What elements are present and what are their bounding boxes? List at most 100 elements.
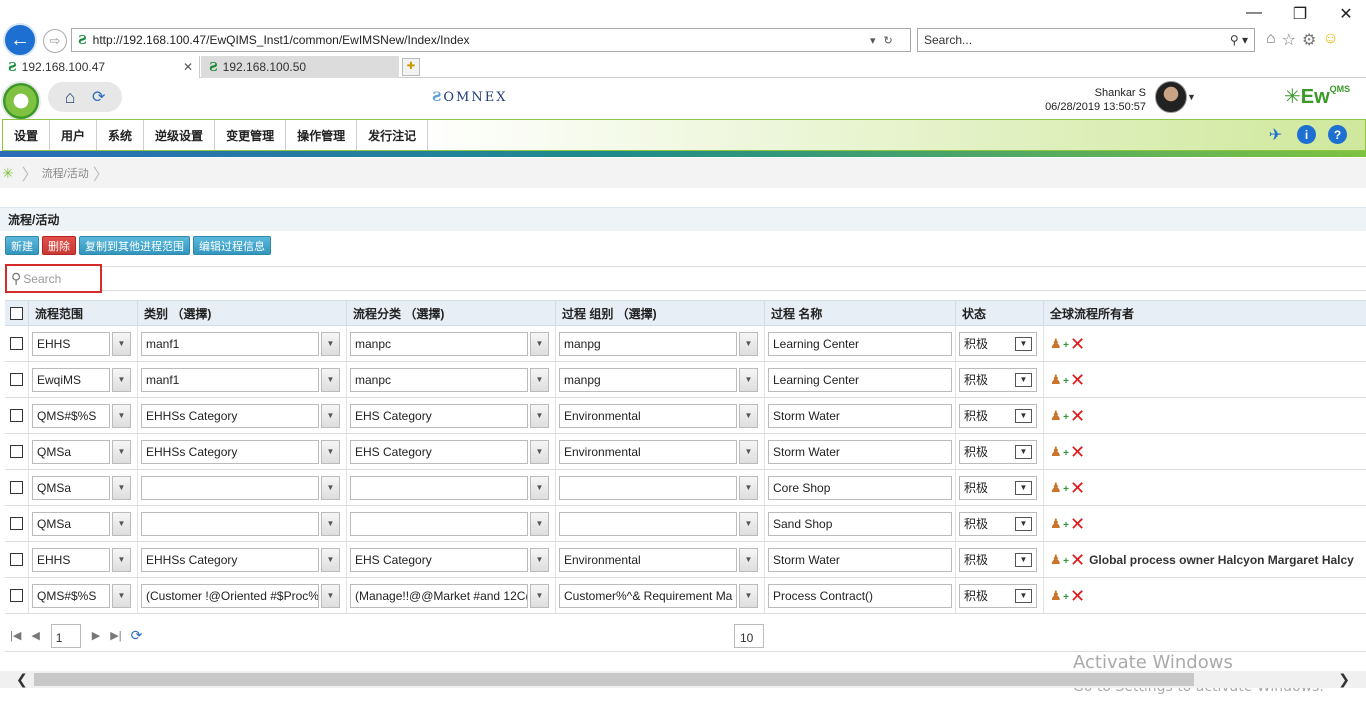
add-owner-icon[interactable]: ♟ <box>1050 588 1069 606</box>
process-name-input[interactable]: Core Shop <box>768 475 952 500</box>
forward-button[interactable]: ⇨ <box>43 29 67 53</box>
classification-combobox[interactable]: (Manage!!@@Market #and 12C(▼ <box>350 583 549 608</box>
tab-close-icon[interactable]: ✕ <box>183 60 193 74</box>
first-page-icon[interactable]: |◀ <box>10 629 21 642</box>
row-checkbox[interactable] <box>10 409 23 422</box>
chevron-down-icon[interactable]: ▼ <box>1015 408 1032 423</box>
chevron-down-icon[interactable]: ▼ <box>1015 516 1032 531</box>
add-owner-icon[interactable]: ♟ <box>1050 552 1069 570</box>
chevron-down-icon[interactable]: ▼ <box>112 547 131 572</box>
add-owner-icon[interactable]: ♟ <box>1050 444 1069 462</box>
chevron-down-icon[interactable]: ▼ <box>112 475 131 500</box>
menu-item-release-notes[interactable]: 发行注记 <box>357 120 429 150</box>
row-checkbox[interactable] <box>10 445 23 458</box>
column-header-group[interactable]: 过程 组别 （選擇) <box>556 301 765 325</box>
chevron-down-icon[interactable]: ▼ <box>1015 480 1032 495</box>
chevron-down-icon[interactable]: ▼ <box>321 367 340 392</box>
chevron-down-icon[interactable]: ▼ <box>321 583 340 608</box>
row-checkbox[interactable] <box>10 589 23 602</box>
category-combobox[interactable]: EHHSs Category ▼ <box>141 403 340 428</box>
chevron-down-icon[interactable]: ▼ <box>530 367 549 392</box>
category-combobox[interactable]: manf1 ▼ <box>141 367 340 392</box>
scope-combobox[interactable]: EwqiMS ▼ <box>32 367 131 392</box>
reload-icon[interactable]: ↻ <box>884 34 893 47</box>
chevron-down-icon[interactable]: ▼ <box>530 547 549 572</box>
add-owner-icon[interactable]: ♟ <box>1050 516 1069 534</box>
chevron-down-icon[interactable]: ▼ <box>1015 552 1032 567</box>
column-header-name[interactable]: 过程 名称 <box>765 301 956 325</box>
edit-process-info-button[interactable]: 编辑过程信息 <box>193 236 271 255</box>
chevron-down-icon[interactable]: ▼ <box>112 331 131 356</box>
chevron-down-icon[interactable]: ▼ <box>739 403 758 428</box>
avatar[interactable] <box>1155 81 1187 113</box>
chevron-down-icon[interactable]: ▼ <box>739 583 758 608</box>
group-combobox[interactable]: manpg ▼ <box>559 331 758 356</box>
process-name-input[interactable]: Sand Shop <box>768 511 952 536</box>
chevron-down-icon[interactable]: ▼ <box>321 331 340 356</box>
minimize-icon[interactable]: — <box>1244 4 1264 24</box>
copy-to-other-scope-button[interactable]: 复制到其他进程范围 <box>79 236 190 255</box>
chevron-down-icon[interactable]: ▼ <box>321 547 340 572</box>
scrollbar-thumb[interactable] <box>34 673 1194 686</box>
search-icon[interactable]: ⚲ ▾ <box>1230 33 1248 47</box>
help-icon[interactable]: ? <box>1328 125 1347 144</box>
scope-combobox[interactable]: QMSa ▼ <box>32 475 131 500</box>
menu-item-escalation[interactable]: 逆级设置 <box>144 120 216 150</box>
chevron-down-icon[interactable]: ▼ <box>112 511 131 536</box>
chevron-down-icon[interactable]: ▼ <box>112 367 131 392</box>
process-name-input[interactable]: Storm Water <box>768 439 952 464</box>
chevron-down-icon[interactable]: ▼ <box>530 403 549 428</box>
remove-owner-icon[interactable]: ✕ <box>1070 587 1085 605</box>
chevron-down-icon[interactable]: ▼ <box>321 403 340 428</box>
group-combobox[interactable]: Environmental ▼ <box>559 439 758 464</box>
grid-search-input[interactable]: ⚲ Search <box>5 264 102 293</box>
breadcrumb-home-icon[interactable]: ✳ <box>2 165 14 182</box>
group-combobox[interactable]: Customer%^& Requirement Ma ▼ <box>559 583 758 608</box>
info-icon[interactable]: i <box>1297 125 1316 144</box>
status-select[interactable]: 积极 ▼ <box>959 583 1037 608</box>
pager-refresh-icon[interactable]: ⟳ <box>131 627 143 644</box>
column-header-classification[interactable]: 流程分类 （選擇) <box>347 301 556 325</box>
horizontal-scrollbar[interactable]: ❮ ❯ <box>0 671 1366 688</box>
column-header-status[interactable]: 状态 <box>956 301 1044 325</box>
new-tab-icon[interactable]: ✚ <box>402 58 420 76</box>
group-combobox[interactable]: manpg ▼ <box>559 367 758 392</box>
row-checkbox[interactable] <box>10 373 23 386</box>
address-bar[interactable]: Ƨ http://192.168.100.47/EwQIMS_Inst1/com… <box>71 28 911 52</box>
chevron-down-icon[interactable]: ▼ <box>1015 444 1032 459</box>
category-combobox[interactable]: manf1 ▼ <box>141 331 340 356</box>
settings-gear-icon[interactable]: ⚙ <box>1302 30 1316 50</box>
page-number-input[interactable]: 1 <box>50 623 81 648</box>
chevron-down-icon[interactable]: ▼ <box>739 367 758 392</box>
chevron-down-icon[interactable]: ▼ <box>1015 588 1032 603</box>
scope-combobox[interactable]: QMS#$%S ▼ <box>32 583 131 608</box>
chevron-down-icon[interactable]: ▼ <box>321 511 340 536</box>
scope-combobox[interactable]: QMSa ▼ <box>32 439 131 464</box>
user-menu-caret-icon[interactable]: ▼ <box>1187 92 1196 102</box>
chevron-down-icon[interactable]: ▼ <box>739 547 758 572</box>
status-select[interactable]: 积极 ▼ <box>959 367 1037 392</box>
classification-combobox[interactable]: manpc ▼ <box>350 367 549 392</box>
chevron-down-icon[interactable]: ▼ <box>112 403 131 428</box>
chevron-down-icon[interactable]: ▼ <box>112 583 131 608</box>
menu-item-system[interactable]: 系统 <box>97 120 145 150</box>
browser-tab-active[interactable]: Ƨ 192.168.100.47 ✕ <box>0 56 200 78</box>
status-select[interactable]: 积极 ▼ <box>959 511 1037 536</box>
next-page-icon[interactable]: ▶ <box>92 629 100 642</box>
remove-owner-icon[interactable]: ✕ <box>1070 371 1085 389</box>
row-checkbox[interactable] <box>10 553 23 566</box>
chevron-down-icon[interactable]: ▼ <box>321 475 340 500</box>
group-combobox[interactable]: Environmental ▼ <box>559 547 758 572</box>
process-name-input[interactable]: Learning Center <box>768 367 952 392</box>
remove-owner-icon[interactable]: ✕ <box>1070 407 1085 425</box>
scope-combobox[interactable]: QMS#$%S ▼ <box>32 403 131 428</box>
favorites-star-icon[interactable]: ☆ <box>1282 30 1296 50</box>
column-header-owner[interactable]: 全球流程所有者 <box>1044 301 1366 325</box>
row-checkbox[interactable] <box>10 337 23 350</box>
last-page-icon[interactable]: ▶| <box>110 629 121 642</box>
process-name-input[interactable]: Process Contract() <box>768 583 952 608</box>
scroll-left-icon[interactable]: ❮ <box>16 671 28 688</box>
classification-combobox[interactable]: EHS Category ▼ <box>350 547 549 572</box>
chevron-down-icon[interactable]: ▼ <box>530 511 549 536</box>
add-owner-icon[interactable]: ♟ <box>1050 336 1069 354</box>
